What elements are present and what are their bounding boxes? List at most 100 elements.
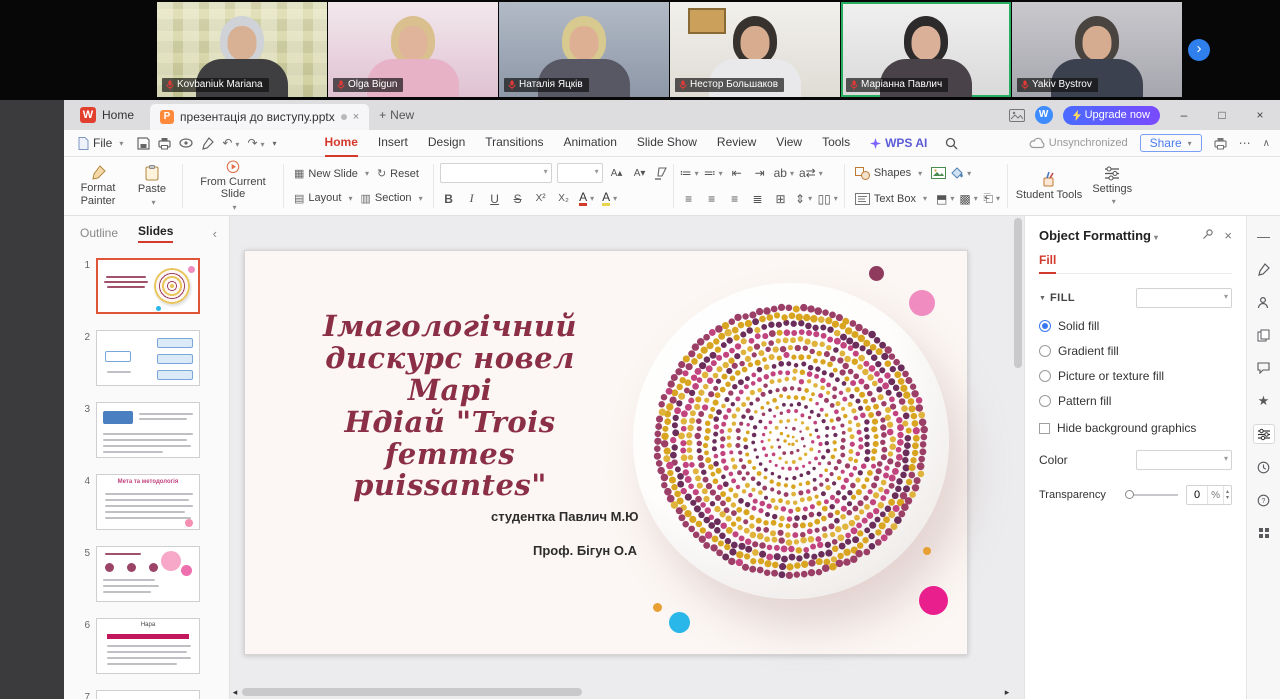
strikethrough-button[interactable]: S (509, 190, 527, 208)
save-icon[interactable] (137, 137, 150, 150)
collapse-sidebar-icon[interactable]: — (1253, 226, 1275, 246)
menu-tools[interactable]: Tools (822, 130, 850, 157)
highlight-color-button[interactable]: A (601, 190, 619, 208)
file-menu[interactable]: File (78, 136, 123, 150)
shapes-button[interactable]: Shapes (851, 162, 926, 184)
italic-button[interactable]: I (463, 190, 481, 208)
new-slide-button[interactable]: ▦New Slide (290, 163, 373, 185)
menu-animation[interactable]: Animation (564, 130, 617, 157)
align-center-icon[interactable]: ≡ (703, 190, 721, 208)
redo-icon[interactable]: ↷ (247, 136, 264, 150)
menu-insert[interactable]: Insert (378, 130, 408, 157)
video-tile[interactable]: Olga Bigun (328, 2, 498, 97)
underline-button[interactable]: U (486, 190, 504, 208)
justify-icon[interactable]: ≣ (749, 190, 767, 208)
reset-button[interactable]: ↻Reset (373, 163, 423, 185)
theme-skin-icon[interactable] (1009, 109, 1025, 122)
tab-outline[interactable]: Outline (80, 226, 118, 240)
minimize-button[interactable]: – (1170, 108, 1198, 122)
format-painter-button[interactable]: Format Painter (70, 160, 126, 212)
help-icon[interactable]: ? (1253, 490, 1275, 510)
fill-color-icon[interactable] (951, 164, 971, 182)
clear-format-icon[interactable] (654, 167, 667, 180)
radio-solid-fill[interactable] (1039, 320, 1051, 332)
fill-option-row[interactable]: Solid fill (1039, 319, 1232, 333)
columns-icon[interactable]: ▯▯ (818, 190, 838, 208)
new-tab-button[interactable]: + New (379, 108, 414, 122)
fill-option-row[interactable]: Pattern fill (1039, 394, 1232, 408)
dotted-sphere-graphic[interactable] (633, 283, 949, 599)
layout-button[interactable]: ▤Layout (290, 187, 356, 209)
scroll-right-icon[interactable]: ▸ (1002, 687, 1012, 698)
video-tile-active-speaker[interactable]: Маріанна Павлич (841, 2, 1011, 97)
menu-view[interactable]: View (776, 130, 802, 157)
slide-title[interactable]: Імагологічний дискурс новел Марі Ндіай "… (285, 311, 615, 502)
transparency-input[interactable] (1187, 489, 1207, 501)
quick-print-icon[interactable] (1214, 137, 1227, 150)
from-current-slide-button[interactable]: From Current Slide (187, 160, 279, 212)
settings-button[interactable]: Settings (1086, 160, 1138, 212)
radio-gradient-fill[interactable] (1039, 345, 1051, 357)
character-spacing-icon[interactable]: a⇄ (799, 164, 823, 182)
collapse-ribbon-icon[interactable]: ∧ (1263, 138, 1270, 149)
slide-thumbnail[interactable]: Мета та методологія (96, 474, 200, 530)
font-color-button[interactable]: A (578, 190, 596, 208)
apps-grid-icon[interactable] (1253, 523, 1275, 543)
align-right-icon[interactable]: ≡ (726, 190, 744, 208)
student-tools-button[interactable]: Student Tools (1012, 160, 1086, 212)
close-tab-icon[interactable]: × (353, 111, 359, 123)
pin-icon[interactable] (1202, 228, 1214, 240)
hide-background-row[interactable]: Hide background graphics (1039, 421, 1232, 435)
arrange-icon[interactable]: ⬒ (936, 190, 954, 208)
video-tile[interactable]: Kovbaniuk Mariana (157, 2, 327, 97)
share-button[interactable]: Share (1140, 134, 1202, 152)
quick-access-caret-icon[interactable]: ▾ (273, 139, 277, 148)
align-left-icon[interactable]: ≡ (680, 190, 698, 208)
slide-canvas[interactable]: Імагологічний дискурс новел Марі Ндіай "… (244, 250, 968, 655)
video-tile[interactable]: Нестор Большаков (670, 2, 840, 97)
menu-review[interactable]: Review (717, 130, 756, 157)
close-button[interactable]: × (1246, 108, 1274, 122)
panel-tab-fill[interactable]: Fill (1039, 253, 1056, 274)
section-button[interactable]: ▥Section (356, 187, 426, 209)
slide-author-text[interactable]: студентка Павлич М.Ю (491, 509, 639, 524)
search-icon[interactable] (945, 137, 958, 150)
section-collapse-icon[interactable]: ▼ (1039, 295, 1046, 302)
scroll-left-icon[interactable]: ◂ (230, 687, 240, 698)
format-brush-icon[interactable] (201, 137, 214, 150)
distribute-icon[interactable]: ⊞ (772, 190, 790, 208)
fill-option-row[interactable]: Gradient fill (1039, 344, 1232, 358)
upgrade-now-button[interactable]: Upgrade now (1063, 106, 1160, 125)
more-options-icon[interactable]: ⋯ (1239, 136, 1251, 150)
video-tile[interactable]: Yakiv Bystrov (1012, 2, 1182, 97)
transparency-spinner[interactable]: ▴▾ (1223, 486, 1231, 504)
line-spacing-icon[interactable]: ⇕ (795, 190, 813, 208)
font-name-select[interactable] (440, 163, 552, 183)
slide-professor-text[interactable]: Проф. Бігун О.А (533, 543, 637, 558)
subscript-button[interactable]: X₂ (555, 190, 573, 208)
color-select[interactable] (1136, 450, 1232, 470)
sync-status[interactable]: Unsynchronized (1029, 137, 1128, 149)
menu-transitions[interactable]: Transitions (485, 130, 543, 157)
fill-option-row[interactable]: Picture or texture fill (1039, 369, 1232, 383)
menu-design[interactable]: Design (428, 130, 465, 157)
print-icon[interactable] (158, 137, 171, 150)
slide-thumbnail[interactable] (96, 402, 200, 458)
menu-home[interactable]: Home (325, 130, 358, 157)
increase-indent-icon[interactable]: ⇥ (751, 164, 769, 182)
font-size-select[interactable] (557, 163, 603, 183)
tab-slides[interactable]: Slides (138, 224, 173, 243)
slide-thumbnail[interactable] (96, 330, 200, 386)
quick-styles-icon[interactable]: ▩ (959, 190, 977, 208)
document-tab[interactable]: P презентація до виступу.pptx × (150, 104, 369, 130)
decrease-indent-icon[interactable]: ⇤ (728, 164, 746, 182)
collapse-panel-icon[interactable]: ‹ (213, 226, 217, 241)
hide-background-checkbox[interactable] (1039, 423, 1050, 434)
proofing-person-icon[interactable] (1253, 292, 1275, 312)
home-tab[interactable]: W Home (64, 100, 150, 130)
history-clock-icon[interactable] (1253, 457, 1275, 477)
slide-thumbnail[interactable] (96, 546, 200, 602)
favorites-star-icon[interactable]: ★ (1253, 391, 1275, 411)
menu-slide-show[interactable]: Slide Show (637, 130, 697, 157)
next-participants-button[interactable]: › (1188, 39, 1210, 61)
